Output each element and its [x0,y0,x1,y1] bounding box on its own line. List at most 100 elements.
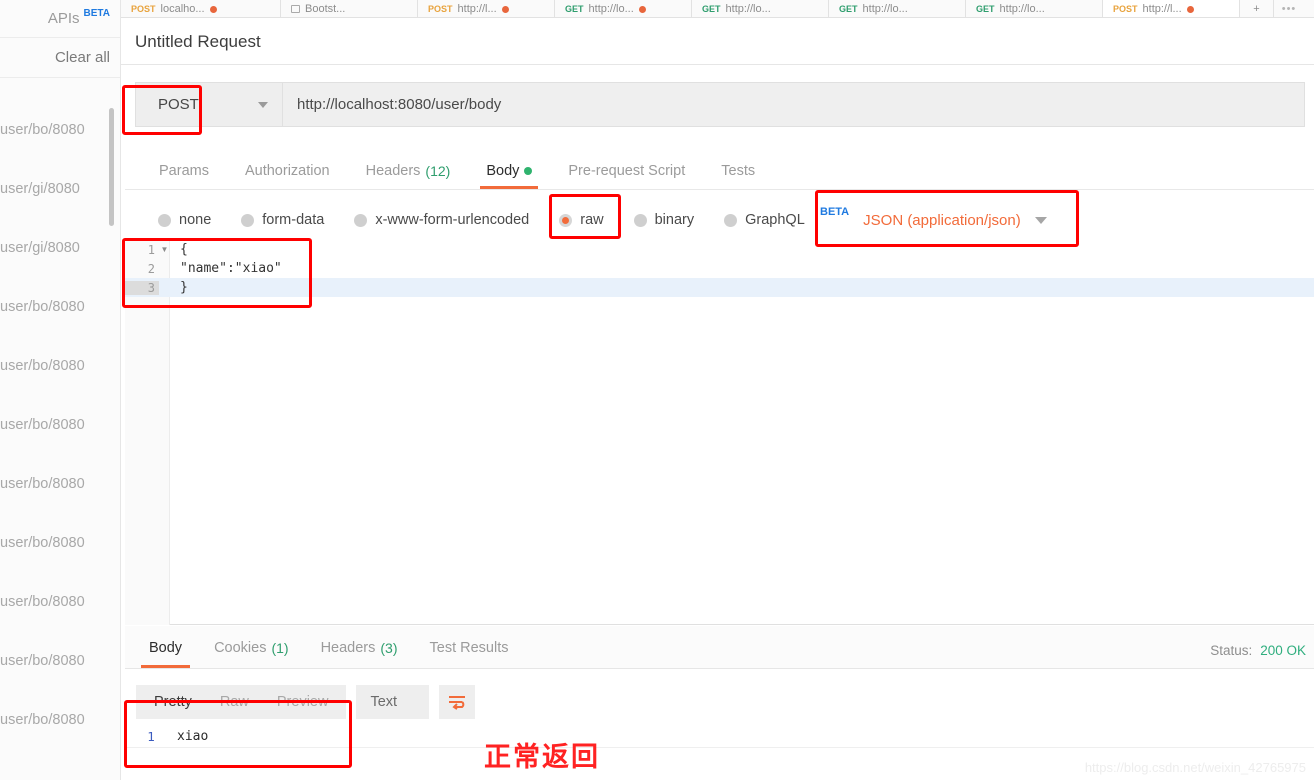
request-body-editor[interactable]: 1 ▼ { 2 "name":"xiao" 3 } [125,240,1314,625]
method-label: POST [158,96,199,113]
request-tab[interactable]: POST http://l... [418,0,555,18]
wrap-lines-button[interactable] [439,685,475,719]
request-tab[interactable]: GET http://lo... [966,0,1103,18]
code-text: { [170,242,188,257]
view-mode-preview[interactable]: Preview [263,694,343,710]
tab-title: http://lo... [589,3,634,15]
request-tab[interactable]: POST http://l... [1103,0,1240,18]
list-item[interactable]: 8080/user/gi [0,159,121,218]
tab-pre-request-script[interactable]: Pre-request Script [550,153,703,189]
tab-label: Params [159,163,209,179]
tab-tests[interactable]: Tests [703,153,773,189]
tab-label: Body [149,640,182,656]
code-line[interactable]: 1 ▼ { [125,240,1314,259]
code-text: "name":"xiao" [170,261,282,276]
response-format-selector[interactable]: Text [356,685,429,719]
list-item[interactable]: 8080/user/gi [0,218,121,277]
tab-label: Test Results [430,640,509,656]
url-input[interactable]: http://localhost:8080/user/body [283,83,1304,126]
request-tab[interactable]: GET http://lo... [555,0,692,18]
body-type-binary[interactable]: binary [619,212,710,228]
sidebar-item-apis[interactable]: APIs BETA [0,0,120,38]
format-label: Text [370,694,397,710]
response-view-mode-group: Pretty Raw Preview [136,685,346,719]
list-item[interactable]: 8080/user/bo [0,100,121,159]
list-item[interactable]: 8080/user/bo [0,454,121,513]
request-tab[interactable]: GET http://lo... [829,0,966,18]
history-list: 8080/user/bo 8080/user/gi 8080/user/gi 8… [0,100,121,749]
response-tab-headers[interactable]: Headers (3) [305,627,414,668]
history-item-label: 8080/user/bo [0,594,85,610]
tab-method-label: GET [565,4,584,14]
request-tab[interactable]: Bootst... [281,0,418,18]
list-item[interactable]: 8080/user/bo [0,513,121,572]
sidebar-scrollbar[interactable] [109,108,114,226]
status-label: Status: [1210,643,1252,658]
code-line[interactable]: 3 } [125,278,1314,297]
radio-icon [354,214,367,227]
list-item[interactable]: 8080/user/bo [0,572,121,631]
tab-count: (3) [380,640,397,656]
tab-method-label: GET [839,4,858,14]
response-tabs: Body Cookies (1) Headers (3) Test Result… [125,626,1314,669]
url-bar: POST http://localhost:8080/user/body [135,82,1305,127]
radio-label: none [179,212,211,228]
body-type-raw[interactable]: raw [544,212,618,228]
tab-title: localho... [161,3,205,15]
tab-params[interactable]: Params [141,153,227,189]
method-selector[interactable]: POST [136,83,283,126]
code-line[interactable]: 2 "name":"xiao" [125,259,1314,278]
tab-label: Headers [321,640,376,656]
tab-title: http://lo... [863,3,908,15]
request-tab[interactable]: GET http://lo... [692,0,829,18]
request-section-tabs: Params Authorization Headers (12) Body P… [125,152,1314,190]
tab-label: Headers [366,163,421,179]
unsaved-dot-icon [639,6,646,13]
list-item[interactable]: 8080/user/bo [0,690,121,749]
body-type-form-data[interactable]: form-data [226,212,339,228]
add-tab-button[interactable]: + [1240,0,1274,17]
request-tab-strip: POST localho... Bootst... POST http://l.… [121,0,1314,18]
tab-body[interactable]: Body [468,153,550,189]
tab-label: Authorization [245,163,330,179]
chevron-down-icon [258,102,268,108]
tab-title: Bootst... [305,3,345,15]
request-tab[interactable]: POST localho... [121,0,281,18]
content-type-label: JSON (application/json) [863,212,1021,229]
history-item-label: 8080/user/bo [0,712,85,728]
fold-arrow-icon[interactable]: ▼ [159,245,170,254]
response-tab-cookies[interactable]: Cookies (1) [198,627,305,668]
clear-all-label: Clear all [55,49,110,66]
tab-title: http://lo... [726,3,771,15]
view-mode-pretty[interactable]: Pretty [140,694,206,710]
clear-all-button[interactable]: Clear all [0,38,120,78]
response-tab-body[interactable]: Body [133,627,198,668]
radio-label: x-www-form-urlencoded [375,212,529,228]
response-tab-test-results[interactable]: Test Results [414,627,525,668]
list-item[interactable]: 8080/user/bo [0,336,121,395]
sidebar-apis-label: APIs [48,10,80,27]
history-item-label: 8080/user/gi [0,181,80,197]
tab-method-label: POST [131,4,156,14]
body-type-urlencoded[interactable]: x-www-form-urlencoded [339,212,544,228]
line-number: 2 [125,262,159,276]
view-mode-raw[interactable]: Raw [206,694,263,710]
content-type-selector[interactable]: BETA JSON (application/json) [820,205,1047,235]
body-type-graphql[interactable]: GraphQL [709,212,820,228]
body-type-none[interactable]: none [143,212,226,228]
tab-headers[interactable]: Headers (12) [348,153,469,189]
history-item-label: 8080/user/bo [0,358,85,374]
tab-count: (1) [271,640,288,656]
radio-icon [241,214,254,227]
list-item[interactable]: 8080/user/bo [0,395,121,454]
line-number: 1 [125,729,177,744]
list-item[interactable]: 8080/user/bo [0,631,121,690]
tab-authorization[interactable]: Authorization [227,153,348,189]
ellipsis-icon: ••• [1282,3,1297,15]
tab-overflow-button[interactable]: ••• [1274,0,1304,17]
list-item[interactable]: 8080/user/bo [0,277,121,336]
tab-method-label: POST [428,4,453,14]
tab-title: http://l... [1143,3,1182,15]
request-title-label: Untitled Request [135,32,261,52]
url-value: http://localhost:8080/user/body [297,96,501,113]
